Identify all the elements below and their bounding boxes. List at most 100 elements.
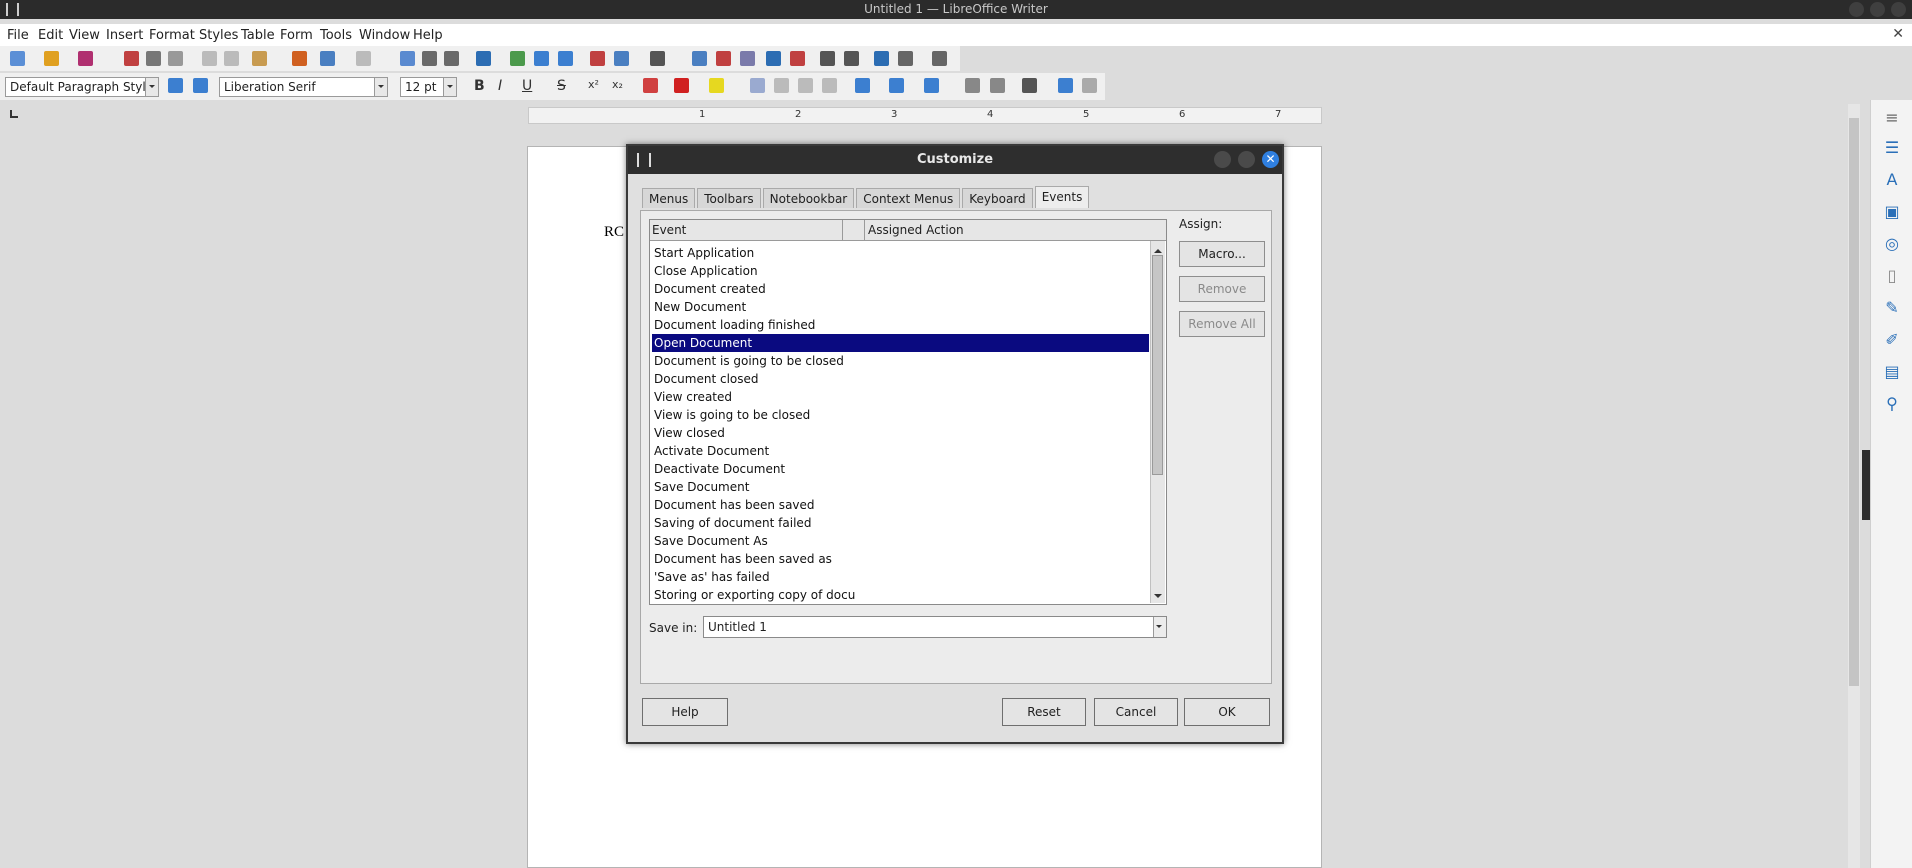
styles-icon[interactable]: A bbox=[1882, 170, 1902, 190]
tab-context-menus[interactable]: Context Menus bbox=[856, 188, 961, 208]
subscript-button[interactable]: x₂ bbox=[612, 78, 623, 91]
font-size-select[interactable]: 12 pt bbox=[400, 77, 457, 97]
event-row[interactable]: View created bbox=[652, 388, 1149, 406]
special-character-icon[interactable] bbox=[650, 51, 665, 66]
dialog-close-button[interactable]: ✕ bbox=[1262, 151, 1279, 168]
menu-help[interactable]: Help bbox=[413, 28, 443, 43]
endnote-icon[interactable] bbox=[740, 51, 755, 66]
insert-line-icon[interactable] bbox=[874, 51, 889, 66]
save-icon[interactable] bbox=[78, 51, 93, 66]
event-row[interactable]: Activate Document bbox=[652, 442, 1149, 460]
new-document-icon[interactable] bbox=[10, 51, 25, 66]
print-preview-icon[interactable] bbox=[168, 51, 183, 66]
new-style-icon[interactable] bbox=[193, 78, 208, 93]
sidebar-menu-icon[interactable]: ≡ bbox=[1882, 108, 1902, 128]
open-icon[interactable] bbox=[44, 51, 59, 66]
print-icon[interactable] bbox=[146, 51, 161, 66]
column-event[interactable]: Event bbox=[652, 223, 686, 237]
cross-reference-icon[interactable] bbox=[790, 51, 805, 66]
sidebar-collapse-handle[interactable] bbox=[1862, 450, 1870, 520]
bullets-icon[interactable] bbox=[855, 78, 870, 93]
clone-formatting-icon[interactable] bbox=[292, 51, 307, 66]
page-icon[interactable]: ▯ bbox=[1882, 266, 1902, 286]
properties-icon[interactable]: ☰ bbox=[1882, 138, 1902, 158]
numbering-icon[interactable] bbox=[889, 78, 904, 93]
scrollbar-thumb[interactable] bbox=[1849, 118, 1859, 686]
event-row[interactable]: Document loading finished bbox=[652, 316, 1149, 334]
event-row[interactable]: Save Document bbox=[652, 478, 1149, 496]
menu-table[interactable]: Table bbox=[241, 28, 275, 43]
event-row[interactable]: Document closed bbox=[652, 370, 1149, 388]
menu-styles[interactable]: Styles bbox=[199, 28, 238, 43]
find-icon[interactable]: ⚲ bbox=[1882, 394, 1902, 414]
event-row[interactable]: View closed bbox=[652, 424, 1149, 442]
chevron-down-icon[interactable] bbox=[1153, 617, 1166, 637]
macro-button[interactable]: Macro... bbox=[1179, 241, 1265, 267]
event-row[interactable]: Open Document bbox=[652, 334, 1149, 352]
line-spacing-icon[interactable] bbox=[1022, 78, 1037, 93]
column-separator[interactable] bbox=[842, 220, 843, 240]
menu-form[interactable]: Form bbox=[280, 28, 313, 43]
event-row[interactable]: Save Document As bbox=[652, 532, 1149, 550]
menu-insert[interactable]: Insert bbox=[106, 28, 143, 43]
align-center-icon[interactable] bbox=[774, 78, 789, 93]
horizontal-ruler[interactable]: 1 2 3 4 5 6 7 bbox=[528, 107, 1322, 124]
tab-notebookbar[interactable]: Notebookbar bbox=[762, 188, 855, 208]
event-row[interactable]: Document has been saved bbox=[652, 496, 1149, 514]
insert-table-icon[interactable] bbox=[476, 51, 491, 66]
menu-view[interactable]: View bbox=[69, 28, 100, 43]
gallery-icon[interactable]: ▣ bbox=[1882, 202, 1902, 222]
event-row[interactable]: Document created bbox=[652, 280, 1149, 298]
ok-button[interactable]: OK bbox=[1184, 698, 1270, 726]
update-style-icon[interactable] bbox=[168, 78, 183, 93]
navigator-icon[interactable]: ◎ bbox=[1882, 234, 1902, 254]
insert-image-icon[interactable] bbox=[510, 51, 525, 66]
decrease-spacing-icon[interactable] bbox=[1082, 78, 1097, 93]
export-pdf-icon[interactable] bbox=[124, 51, 139, 66]
cut-icon[interactable] bbox=[202, 51, 217, 66]
event-row[interactable]: View is going to be closed bbox=[652, 406, 1149, 424]
maximize-button[interactable] bbox=[1870, 2, 1885, 17]
tab-menus[interactable]: Menus bbox=[642, 188, 696, 208]
column-assigned-action[interactable]: Assigned Action bbox=[868, 223, 964, 237]
event-row[interactable]: Document has been saved as bbox=[652, 550, 1149, 568]
redo-icon[interactable] bbox=[356, 51, 371, 66]
insert-chart-icon[interactable] bbox=[534, 51, 549, 66]
remove-button[interactable]: Remove bbox=[1179, 276, 1265, 302]
chevron-down-icon[interactable] bbox=[443, 78, 456, 96]
spelling-icon[interactable] bbox=[422, 51, 437, 66]
underline-button[interactable]: U bbox=[522, 78, 532, 94]
menu-edit[interactable]: Edit bbox=[38, 28, 63, 43]
events-list[interactable]: Event Assigned Action Start Application C… bbox=[649, 219, 1167, 605]
highlight-color-icon[interactable] bbox=[709, 78, 724, 93]
cancel-button[interactable]: Cancel bbox=[1094, 698, 1178, 726]
justify-icon[interactable] bbox=[822, 78, 837, 93]
event-row[interactable]: Start Application bbox=[652, 244, 1149, 262]
paragraph-spacing-icon[interactable] bbox=[1058, 78, 1073, 93]
align-right-icon[interactable] bbox=[798, 78, 813, 93]
remove-all-button[interactable]: Remove All bbox=[1179, 311, 1265, 337]
document-scrollbar[interactable] bbox=[1848, 104, 1860, 868]
copy-icon[interactable] bbox=[224, 51, 239, 66]
help-button[interactable]: Help bbox=[642, 698, 728, 726]
menu-window[interactable]: Window bbox=[359, 28, 410, 43]
scroll-up-icon[interactable] bbox=[1153, 243, 1163, 253]
chevron-down-icon[interactable] bbox=[145, 78, 158, 96]
paste-icon[interactable] bbox=[252, 51, 267, 66]
superscript-button[interactable]: x² bbox=[588, 78, 599, 91]
dialog-maximize-button[interactable] bbox=[1238, 151, 1255, 168]
style-inspector-icon[interactable]: ✎ bbox=[1882, 298, 1902, 318]
comment-icon[interactable] bbox=[820, 51, 835, 66]
increase-indent-icon[interactable] bbox=[965, 78, 980, 93]
reset-button[interactable]: Reset bbox=[1002, 698, 1086, 726]
track-changes-icon[interactable] bbox=[844, 51, 859, 66]
design-icon[interactable]: ▤ bbox=[1882, 362, 1902, 382]
insert-textbox-icon[interactable] bbox=[558, 51, 573, 66]
paragraph-style-select[interactable]: Default Paragraph Style bbox=[5, 77, 159, 97]
font-name-select[interactable]: Liberation Serif bbox=[219, 77, 388, 97]
event-row[interactable]: Deactivate Document bbox=[652, 460, 1149, 478]
strikethrough-button[interactable]: S bbox=[557, 78, 566, 94]
event-row[interactable]: Document is going to be closed bbox=[652, 352, 1149, 370]
event-row[interactable]: Close Application bbox=[652, 262, 1149, 280]
bookmark-icon[interactable] bbox=[766, 51, 781, 66]
